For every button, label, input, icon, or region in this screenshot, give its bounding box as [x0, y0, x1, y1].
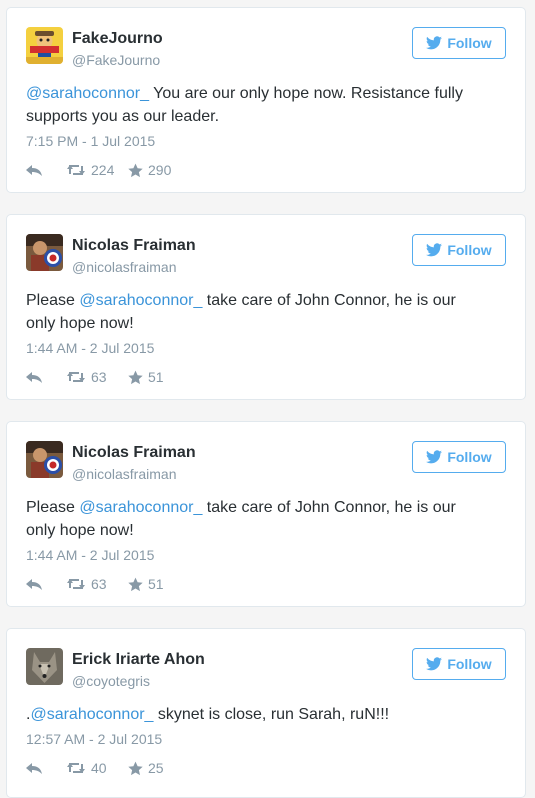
star-icon: [128, 370, 143, 384]
follow-label: Follow: [447, 449, 492, 465]
tweet-text: .@sarahoconnor_ skynet is close, run Sar…: [26, 703, 485, 726]
like-button[interactable]: 51: [128, 576, 164, 592]
tweet-card[interactable]: Nicolas Fraiman @nicolasfraiman Follow P…: [6, 421, 526, 607]
star-icon: [128, 163, 143, 177]
like-button[interactable]: 25: [128, 760, 164, 776]
tweet-text: @sarahoconnor_ You are our only hope now…: [26, 82, 485, 128]
like-count: 51: [148, 576, 164, 592]
follow-label: Follow: [447, 35, 492, 51]
reply-button[interactable]: [26, 163, 66, 177]
like-count: 51: [148, 369, 164, 385]
wolf-avatar-icon: [26, 648, 63, 685]
timestamp[interactable]: 1:44 AM - 2 Jul 2015: [26, 340, 154, 356]
user-name[interactable]: Erick Iriarte Ahon: [72, 651, 205, 669]
tweet-card[interactable]: FakeJourno @FakeJourno Follow @sarahocon…: [6, 7, 526, 193]
twitter-bird-icon: [426, 657, 443, 671]
retweet-button[interactable]: 224: [66, 162, 128, 178]
avatar[interactable]: [26, 234, 63, 271]
star-icon: [128, 761, 143, 775]
tweet-actions: 63 51: [26, 575, 164, 593]
tweet-actions: 63 51: [26, 368, 164, 386]
retweet-button[interactable]: 63: [66, 369, 128, 385]
tweet-text-before: Please: [26, 292, 80, 309]
reply-button[interactable]: [26, 577, 66, 591]
reply-icon: [26, 165, 42, 176]
like-count: 25: [148, 760, 164, 776]
retweet-count: 63: [91, 576, 107, 592]
reply-icon: [26, 372, 42, 383]
tweet-actions: 224 290: [26, 161, 171, 179]
avatar[interactable]: [26, 27, 63, 64]
reply-button[interactable]: [26, 761, 66, 775]
follow-button[interactable]: Follow: [412, 648, 506, 680]
mention-link[interactable]: @sarahoconnor_: [30, 706, 153, 723]
timestamp[interactable]: 1:44 AM - 2 Jul 2015: [26, 547, 154, 563]
mention-link[interactable]: @sarahoconnor_: [26, 85, 149, 102]
retweet-icon: [67, 165, 85, 175]
avatar[interactable]: [26, 441, 63, 478]
avatar[interactable]: [26, 648, 63, 685]
retweet-button[interactable]: 63: [66, 576, 128, 592]
reply-icon: [26, 579, 42, 590]
like-button[interactable]: 290: [128, 162, 171, 178]
retweet-count: 63: [91, 369, 107, 385]
star-icon: [128, 577, 143, 591]
retweet-icon: [67, 372, 85, 382]
user-handle[interactable]: @FakeJourno: [72, 52, 160, 68]
user-name[interactable]: FakeJourno: [72, 30, 163, 48]
reply-button[interactable]: [26, 370, 66, 384]
tweet-card[interactable]: Erick Iriarte Ahon @coyotegris Follow .@…: [6, 628, 526, 798]
like-button[interactable]: 51: [128, 369, 164, 385]
follow-button[interactable]: Follow: [412, 441, 506, 473]
retweet-count: 224: [91, 162, 115, 178]
cartoon-avatar-icon: [26, 27, 63, 64]
user-handle[interactable]: @nicolasfraiman: [72, 259, 176, 275]
tweet-card[interactable]: Nicolas Fraiman @nicolasfraiman Follow P…: [6, 214, 526, 400]
twitter-bird-icon: [426, 450, 443, 464]
follow-label: Follow: [447, 656, 492, 672]
tweet-actions: 40 25: [26, 759, 164, 777]
tweet-text: Please @sarahoconnor_ take care of John …: [26, 496, 485, 542]
tweet-text: Please @sarahoconnor_ take care of John …: [26, 289, 485, 335]
tweet-text-after: skynet is close, run Sarah, ruN!!!: [153, 706, 390, 723]
mention-link[interactable]: @sarahoconnor_: [79, 292, 202, 309]
user-name[interactable]: Nicolas Fraiman: [72, 444, 196, 462]
twitter-bird-icon: [426, 243, 443, 257]
timestamp[interactable]: 12:57 AM - 2 Jul 2015: [26, 731, 162, 747]
retweet-icon: [67, 579, 85, 589]
retweet-button[interactable]: 40: [66, 760, 128, 776]
retweet-icon: [67, 763, 85, 773]
follow-button[interactable]: Follow: [412, 234, 506, 266]
retweet-count: 40: [91, 760, 107, 776]
like-count: 290: [148, 162, 172, 178]
follow-label: Follow: [447, 242, 492, 258]
user-handle[interactable]: @nicolasfraiman: [72, 466, 176, 482]
user-name[interactable]: Nicolas Fraiman: [72, 237, 196, 255]
timestamp[interactable]: 7:15 PM - 1 Jul 2015: [26, 133, 155, 149]
twitter-bird-icon: [426, 36, 443, 50]
tweet-text-before: Please: [26, 499, 80, 516]
photo-avatar-icon: [26, 234, 63, 271]
user-handle[interactable]: @coyotegris: [72, 673, 150, 689]
photo-avatar-icon: [26, 441, 63, 478]
reply-icon: [26, 763, 42, 774]
follow-button[interactable]: Follow: [412, 27, 506, 59]
mention-link[interactable]: @sarahoconnor_: [79, 499, 202, 516]
